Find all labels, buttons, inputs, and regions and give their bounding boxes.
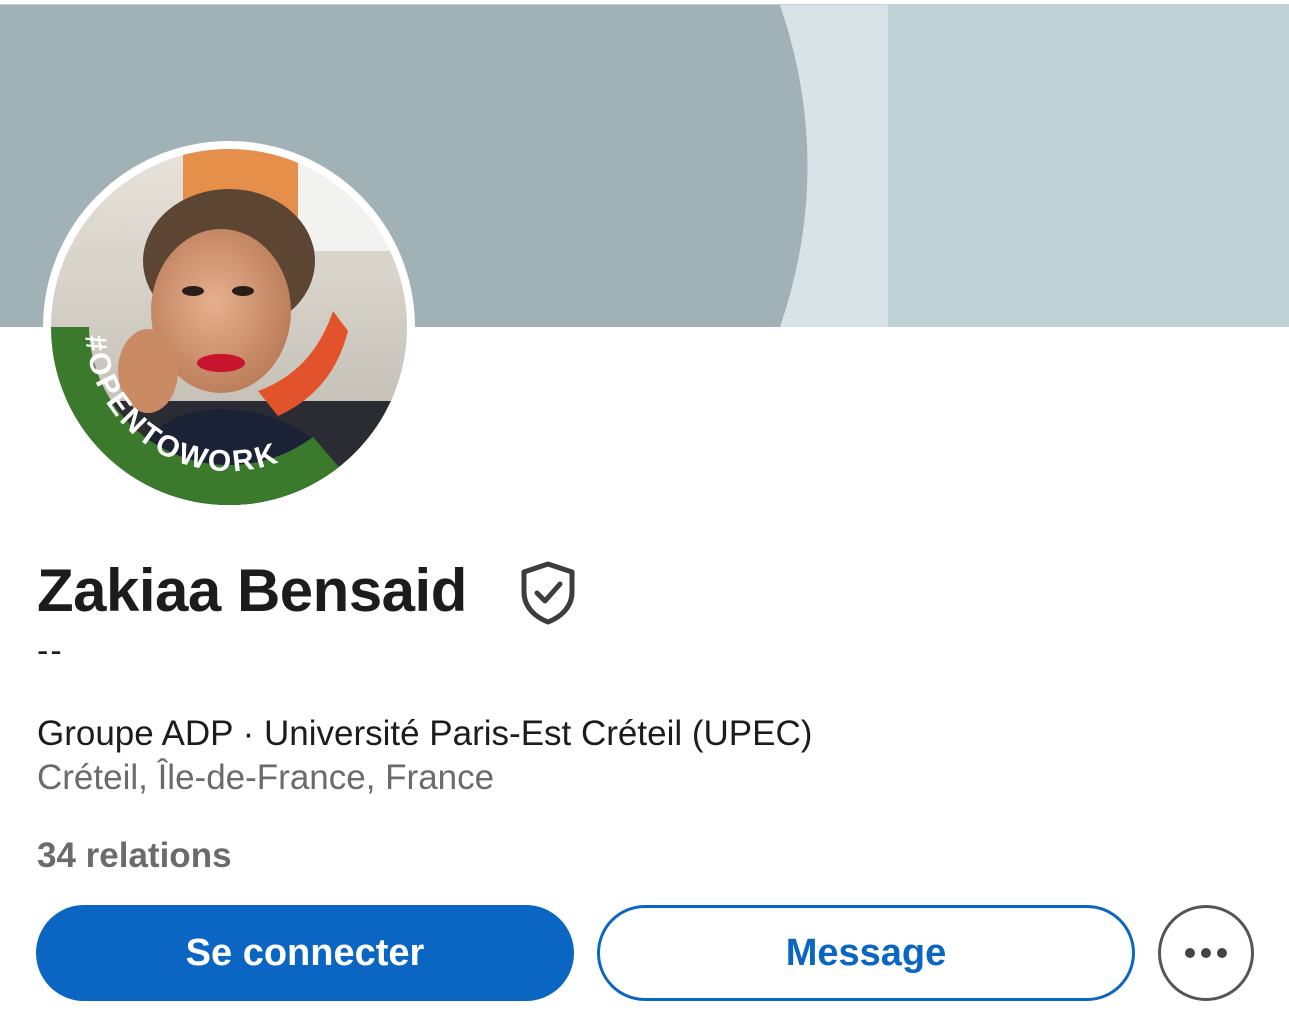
profile-page: #OPENTOWORK Zakiaa Bensaid -- Groupe ADP… (0, 0, 1289, 1027)
more-horizontal-icon (1185, 948, 1227, 958)
message-button[interactable]: Message (597, 905, 1135, 1001)
profile-photo[interactable]: #OPENTOWORK (43, 141, 415, 513)
profile-headline: -- (37, 632, 64, 670)
connect-button[interactable]: Se connecter (36, 905, 574, 1001)
profile-name: Zakiaa Bensaid (37, 557, 467, 624)
shield-check-icon[interactable] (519, 561, 577, 625)
relations-count[interactable]: 34 relations (37, 836, 232, 876)
more-options-button[interactable] (1158, 905, 1254, 1001)
profile-companies[interactable]: Groupe ADP · Université Paris-Est Crétei… (37, 714, 812, 754)
profile-location: Créteil, Île-de-France, France (37, 758, 495, 797)
